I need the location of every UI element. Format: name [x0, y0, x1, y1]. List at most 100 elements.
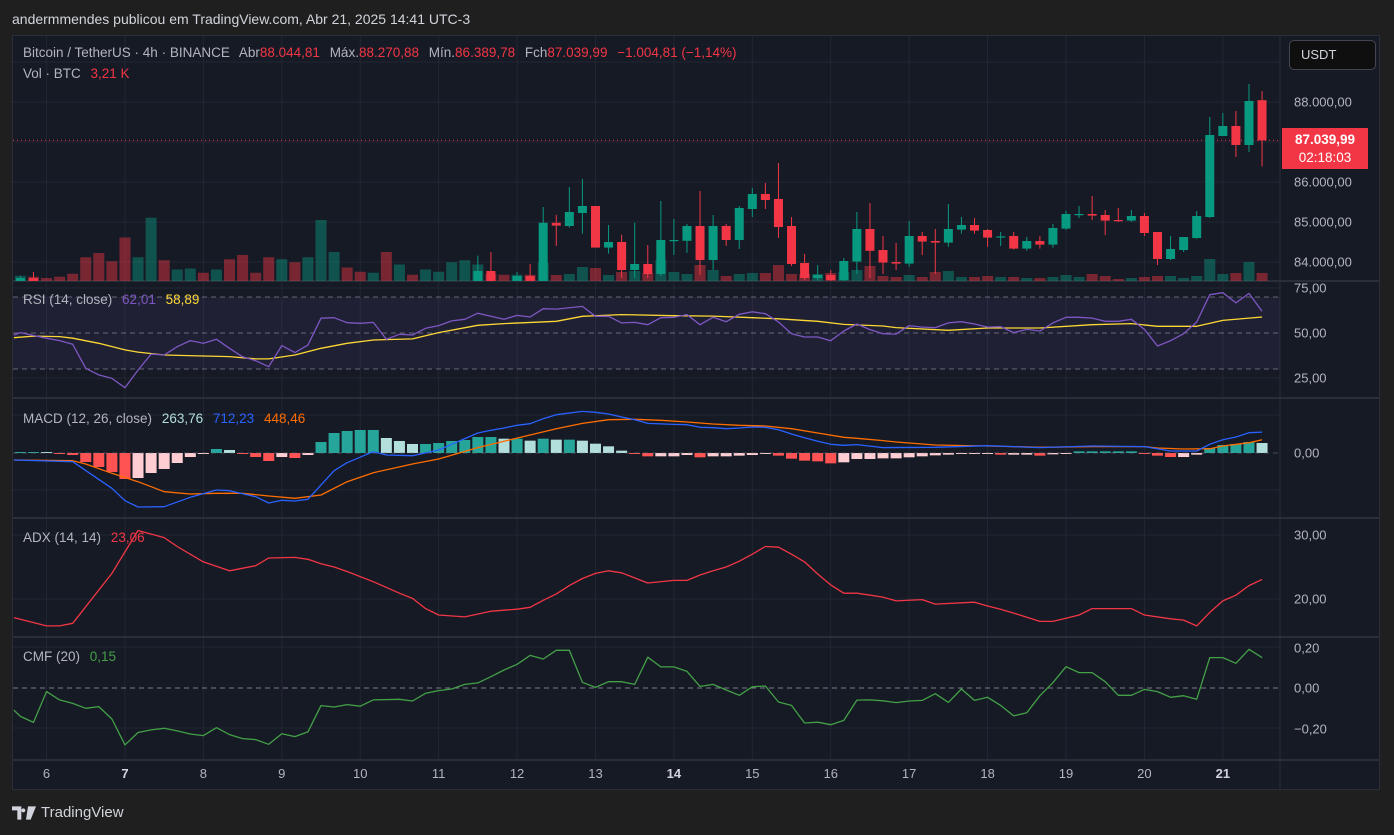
candle-down — [486, 271, 496, 281]
candle-up — [656, 240, 666, 274]
volume-bar — [341, 267, 353, 281]
macd-histogram-bar — [315, 442, 327, 453]
volume-bar — [420, 269, 432, 281]
time-axis-label: 6 — [42, 766, 51, 781]
time-axis-label: 7 — [121, 766, 129, 781]
macd-label[interactable]: MACD (12, 26, close) — [23, 411, 152, 426]
rsi-ma-value: 58,89 — [165, 292, 200, 307]
macd-histogram-bar — [511, 438, 523, 453]
time-axis-label: 14 — [666, 766, 682, 781]
volume-bar — [289, 262, 301, 281]
adx-pane — [13, 529, 1263, 627]
candle-down — [721, 226, 731, 240]
candle-up — [577, 206, 587, 213]
volume-bar — [903, 275, 915, 281]
high-label: Máx. — [329, 45, 359, 60]
macd-histogram-bar — [799, 453, 811, 461]
volume-bar — [1230, 273, 1242, 281]
volume-bar — [1034, 278, 1046, 281]
candle-down — [1257, 100, 1267, 141]
macd-hist-value: 263,76 — [161, 411, 204, 426]
cmf-axis-label: −0,20 — [1294, 721, 1327, 736]
logo-text: TradingView — [41, 804, 124, 821]
macd-histogram-bar — [80, 453, 92, 463]
macd-histogram-bar — [563, 439, 575, 453]
candle-down — [1139, 216, 1149, 233]
volume-bar — [1086, 274, 1098, 281]
candle-up — [708, 226, 718, 260]
volume-bar — [1073, 277, 1085, 281]
candle-down — [643, 264, 653, 274]
volume-bar — [276, 259, 288, 281]
candle-down — [551, 222, 561, 226]
volume-bar — [210, 269, 222, 281]
macd-signal-line — [13, 418, 1263, 499]
volume-bar — [41, 278, 53, 281]
candle-up — [852, 229, 862, 262]
macd-histogram-bar — [158, 453, 170, 469]
tradingview-logo[interactable]: TradingView — [12, 804, 124, 821]
volume-bar — [67, 273, 79, 281]
symbol-label[interactable]: Bitcoin / TetherUS · 4h · BINANCE — [23, 45, 230, 60]
volume-bar — [1099, 276, 1111, 281]
adx-axis-label: 30,00 — [1294, 527, 1327, 543]
cmf-axis-label: 0,00 — [1294, 680, 1320, 696]
volume-bar — [603, 275, 615, 281]
candle-down — [590, 206, 600, 248]
candle-up — [1048, 228, 1058, 245]
volume-bar — [1138, 277, 1150, 281]
volume-bar — [746, 273, 758, 281]
volume-label[interactable]: Vol · BTC — [23, 66, 81, 81]
volume-bar — [550, 275, 562, 281]
volume-bar — [354, 271, 366, 281]
candle-down — [773, 199, 783, 227]
candle-up — [538, 222, 548, 281]
time-axis-label: 16 — [823, 766, 838, 781]
volume-bar — [563, 274, 575, 281]
macd-histogram-bar — [1178, 453, 1190, 458]
candle-down — [917, 236, 927, 242]
volume-bar — [1125, 278, 1137, 281]
candle-up — [604, 242, 614, 248]
volume-bar — [433, 271, 445, 281]
candle-down — [970, 225, 980, 231]
candle-down — [1009, 236, 1019, 249]
macd-histogram-bar — [132, 453, 144, 478]
volume-bar — [707, 270, 719, 281]
macd-histogram-bar — [407, 443, 418, 453]
candle-down — [878, 250, 888, 263]
candle-down — [1113, 220, 1123, 222]
cmf-line — [13, 648, 1263, 746]
rsi-label[interactable]: RSI (14, close) — [23, 292, 112, 307]
volume-bar — [380, 252, 392, 281]
volume-bar — [145, 217, 157, 281]
macd-histogram-bar — [877, 453, 889, 459]
volume-bar — [877, 276, 889, 281]
time-axis-label: 13 — [588, 766, 603, 781]
volume-bar — [224, 259, 236, 281]
volume-bar — [786, 274, 798, 281]
time-axis-label: 20 — [1137, 766, 1152, 781]
change-value: −1.004,81 (−1,14%) — [617, 45, 737, 60]
volume-bar — [367, 272, 379, 281]
candle-down — [983, 230, 993, 238]
macd-histogram-bar — [328, 433, 340, 453]
volume-bar — [119, 237, 131, 281]
adx-label[interactable]: ADX (14, 14) — [23, 530, 101, 545]
cmf-label[interactable]: CMF (20) — [23, 649, 80, 664]
volume-bar — [132, 257, 144, 281]
adx-axis-label: 20,00 — [1294, 591, 1327, 607]
macd-value: 712,23 — [212, 411, 255, 426]
time-axis-label: 12 — [509, 766, 525, 781]
volume-bar — [54, 276, 66, 281]
volume-bar — [982, 276, 994, 281]
rsi-axis-label: 50,00 — [1294, 325, 1327, 341]
candle-up — [813, 275, 823, 278]
volume-bar — [576, 267, 588, 281]
volume-bar — [1191, 276, 1203, 281]
macd-histogram-bar — [250, 453, 262, 458]
volume-bar — [80, 257, 92, 281]
currency-button[interactable]: USDT — [1289, 40, 1376, 70]
price-legend: Bitcoin / TetherUS · 4h · BINANCE Abr88.… — [23, 45, 743, 60]
candle-up — [564, 212, 574, 226]
